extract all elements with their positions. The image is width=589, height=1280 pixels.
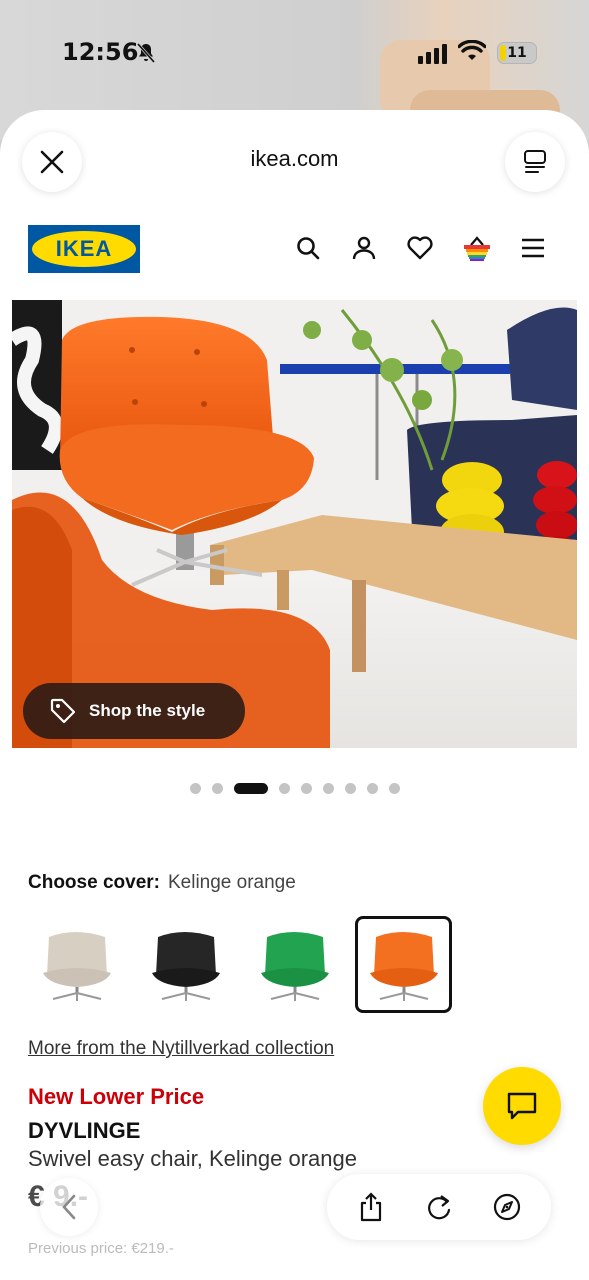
price-badge: New Lower Price xyxy=(28,1084,205,1109)
carousel-dot[interactable] xyxy=(189,783,201,794)
tabs-button[interactable] xyxy=(505,132,565,192)
signal-icon xyxy=(418,44,447,64)
swatch-orange-selected[interactable] xyxy=(355,916,452,1013)
carousel-dot[interactable] xyxy=(322,783,334,794)
carousel-dot[interactable] xyxy=(278,783,290,794)
chat-button[interactable] xyxy=(483,1067,561,1145)
shop-the-style-label: Shop the style xyxy=(89,701,206,720)
hero-illustration xyxy=(12,300,577,748)
chair-thumbnail xyxy=(42,931,111,1001)
back-icon xyxy=(62,1194,76,1220)
user-icon xyxy=(352,236,376,260)
basket-button[interactable] xyxy=(461,232,493,264)
carousel-dot[interactable] xyxy=(300,783,312,794)
battery-icon: 11 xyxy=(497,42,537,64)
back-button[interactable] xyxy=(40,1178,98,1236)
compass-button[interactable] xyxy=(489,1189,525,1225)
account-button[interactable] xyxy=(348,232,380,264)
share-icon xyxy=(360,1192,382,1222)
previous-price: Previous price: €219.- xyxy=(28,1240,174,1257)
tabs-icon xyxy=(524,150,546,173)
chair-thumbnail xyxy=(151,931,220,1001)
cover-label: Choose cover: Kelinge orange xyxy=(28,872,296,894)
carousel-dot[interactable] xyxy=(211,783,223,794)
ikea-logo[interactable]: IKEA xyxy=(28,225,140,273)
menu-button[interactable] xyxy=(517,232,549,264)
swatch-beige[interactable] xyxy=(28,916,125,1013)
logo-text: IKEA xyxy=(55,236,113,261)
carousel-dot[interactable] xyxy=(344,783,356,794)
browser-top-bar: ikea.com xyxy=(0,110,589,220)
battery-level: 11 xyxy=(507,45,527,61)
shop-the-style-button[interactable]: Shop the style xyxy=(23,683,245,739)
menu-icon xyxy=(522,238,544,258)
tag-icon xyxy=(50,698,76,724)
browser-sheet: ikea.com IKEA Shop the style Choose cove… xyxy=(0,110,589,1280)
collection-link[interactable]: More from the Nytillverkad collection xyxy=(28,1038,334,1060)
carousel-dot-active[interactable] xyxy=(233,783,268,794)
product-name: DYVLINGE xyxy=(28,1118,141,1143)
chair-thumbnail xyxy=(260,931,329,1001)
carousel-dot[interactable] xyxy=(388,783,400,794)
status-bar: 12:56 11 xyxy=(0,0,589,110)
hero-image[interactable]: Shop the style xyxy=(12,300,577,748)
status-time: 12:56 xyxy=(62,38,139,66)
compass-icon xyxy=(493,1193,521,1221)
url-label[interactable]: ikea.com xyxy=(0,146,589,172)
cover-swatches xyxy=(28,916,452,1013)
reload-icon xyxy=(428,1195,451,1220)
search-button[interactable] xyxy=(292,232,324,264)
cover-value: Kelinge orange xyxy=(167,872,296,893)
wifi-icon xyxy=(458,40,486,60)
chat-icon xyxy=(507,1092,537,1120)
basket-icon xyxy=(464,236,490,261)
wishlist-button[interactable] xyxy=(404,232,436,264)
carousel-dots[interactable] xyxy=(0,783,589,794)
carousel-dot[interactable] xyxy=(366,783,378,794)
heart-icon xyxy=(407,236,433,260)
chair-thumbnail xyxy=(369,931,438,1001)
share-button[interactable] xyxy=(353,1189,389,1225)
reload-button[interactable] xyxy=(421,1189,457,1225)
cover-label-title: Choose cover: xyxy=(28,872,160,893)
product-description: Swivel easy chair, Kelinge orange xyxy=(28,1146,357,1171)
swatch-green[interactable] xyxy=(246,916,343,1013)
swatch-black[interactable] xyxy=(137,916,234,1013)
browser-toolbar xyxy=(327,1174,551,1240)
search-icon xyxy=(297,237,320,260)
bell-muted-icon xyxy=(136,43,156,63)
